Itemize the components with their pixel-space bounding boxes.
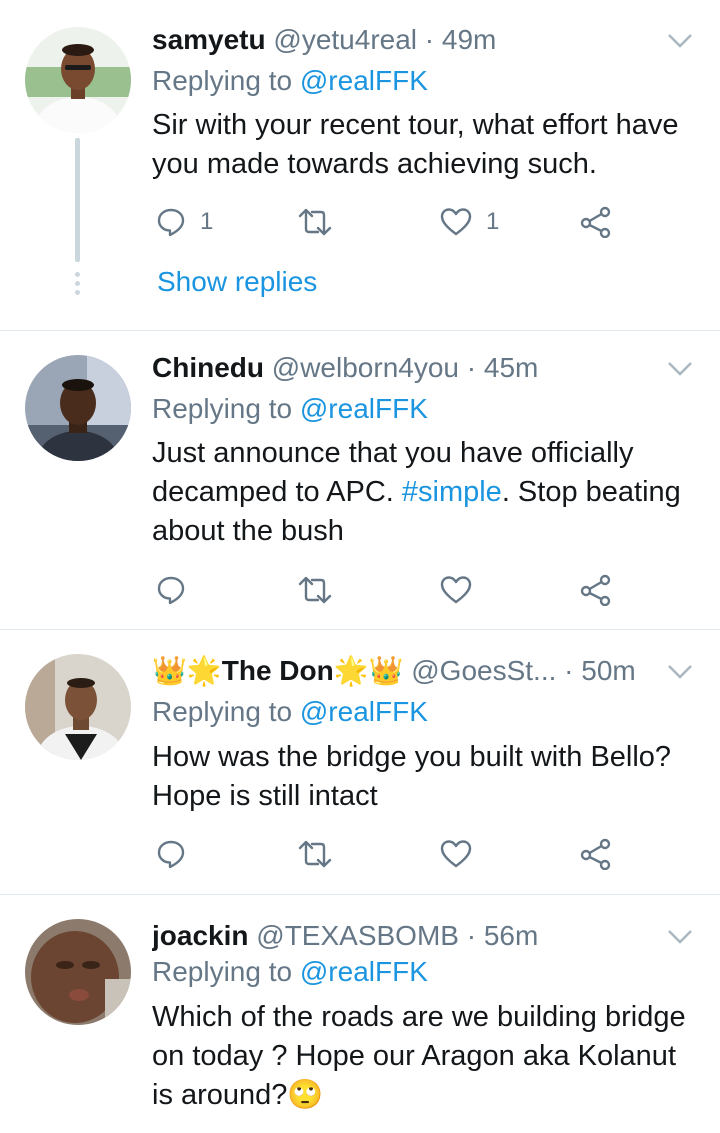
- tweet-text: Which of the roads are we building bridg…: [152, 1001, 686, 1111]
- like-button[interactable]: [440, 834, 472, 874]
- avatar[interactable]: [25, 355, 131, 461]
- retweet-button[interactable]: [298, 202, 332, 242]
- show-replies-link[interactable]: Show replies: [157, 266, 317, 298]
- tweet-text: Sir with your recent tour, what effort h…: [152, 109, 679, 180]
- retweet-button[interactable]: [298, 834, 332, 874]
- display-name[interactable]: 👑🌟The Don🌟👑: [152, 655, 403, 686]
- separator-dot: ·: [466, 352, 477, 383]
- tweet-samyetu[interactable]: samyetu @yetu4real · 49m Replying to @re…: [0, 0, 720, 330]
- replying-to-label: Replying to: [152, 696, 300, 727]
- reply-count: 1: [200, 208, 214, 235]
- user-handle[interactable]: @yetu4real: [273, 24, 417, 55]
- retweet-button[interactable]: [298, 570, 332, 610]
- mention-link[interactable]: @realFFK: [300, 393, 428, 424]
- tweet-the-don[interactable]: 👑🌟The Don🌟👑 @GoesSt... · 50m Replying to…: [0, 630, 720, 894]
- reply-button[interactable]: 1: [156, 202, 213, 242]
- chevron-down-icon[interactable]: [666, 360, 694, 378]
- reply-icon: [157, 576, 185, 605]
- replying-to: Replying to @realFFK: [152, 955, 428, 989]
- chevron-down-icon[interactable]: [666, 928, 694, 946]
- mention-link[interactable]: @realFFK: [300, 956, 428, 987]
- like-count: 1: [486, 208, 500, 235]
- tweet-actions: [152, 570, 672, 610]
- reply-button[interactable]: [156, 570, 186, 610]
- share-button[interactable]: [580, 570, 612, 610]
- separator-dot: ·: [466, 920, 477, 951]
- separator-dot: ·: [564, 655, 574, 686]
- avatar[interactable]: [25, 654, 131, 760]
- display-name[interactable]: joackin: [152, 920, 248, 951]
- timestamp[interactable]: 45m: [484, 352, 538, 383]
- like-button[interactable]: 1: [440, 202, 499, 242]
- share-button[interactable]: [580, 202, 612, 242]
- retweet-icon: [298, 840, 332, 868]
- mention-link[interactable]: @realFFK: [300, 696, 428, 727]
- like-button[interactable]: [440, 570, 472, 610]
- heart-icon: [440, 840, 472, 868]
- user-handle[interactable]: @TEXASBOMB: [256, 920, 459, 951]
- share-button[interactable]: [580, 834, 612, 874]
- replying-to: Replying to @realFFK: [152, 695, 428, 729]
- user-handle[interactable]: @welborn4you: [272, 352, 459, 383]
- timestamp[interactable]: 56m: [484, 920, 538, 951]
- reply-icon: [157, 840, 185, 869]
- display-name[interactable]: Chinedu: [152, 352, 264, 383]
- timestamp[interactable]: 49m: [442, 24, 496, 55]
- thread-dots: [75, 272, 80, 299]
- reply-icon: [157, 208, 185, 237]
- tweet-header: 👑🌟The Don🌟👑 @GoesSt... · 50m: [152, 651, 660, 691]
- tweet-chinedu[interactable]: Chinedu @welborn4you · 45m Replying to @…: [0, 331, 720, 629]
- thread-line: [75, 138, 80, 262]
- tweet-joackin[interactable]: joackin @TEXASBOMB · 56m Replying to @re…: [0, 895, 720, 1133]
- crown-star-emoji-right: 🌟👑: [333, 655, 404, 686]
- avatar[interactable]: [25, 919, 131, 1025]
- share-icon: [580, 838, 611, 870]
- tweet-actions: [152, 834, 672, 874]
- reply-button[interactable]: [156, 834, 186, 874]
- share-icon: [580, 206, 611, 238]
- tweet-header: joackin @TEXASBOMB · 56m: [152, 916, 660, 956]
- separator-dot: ·: [424, 24, 435, 55]
- share-icon: [580, 574, 611, 606]
- retweet-icon: [298, 208, 332, 236]
- mention-link[interactable]: @realFFK: [300, 65, 428, 96]
- tweet-text: Just announce that you have officially d…: [152, 434, 700, 551]
- tweet-actions: 1 1: [152, 202, 672, 242]
- replying-to: Replying to @realFFK: [152, 64, 428, 98]
- avatar[interactable]: [25, 27, 131, 133]
- display-name-text: The Don: [221, 655, 334, 686]
- heart-icon: [440, 208, 472, 236]
- tweet-text: How was the bridge you built with Bello?…: [152, 741, 672, 812]
- timestamp[interactable]: 50m: [581, 655, 635, 686]
- chevron-down-icon[interactable]: [666, 32, 694, 50]
- retweet-icon: [298, 576, 332, 604]
- tweet-header: Chinedu @welborn4you · 45m: [152, 348, 660, 388]
- replying-to-label: Replying to: [152, 393, 300, 424]
- hashtag-link[interactable]: #simple: [402, 476, 502, 508]
- crown-star-emoji-left: 👑🌟: [152, 655, 222, 686]
- replying-to: Replying to @realFFK: [152, 392, 428, 426]
- heart-icon: [440, 576, 472, 604]
- user-handle[interactable]: @GoesSt...: [411, 655, 556, 686]
- tweet-header: samyetu @yetu4real · 49m: [152, 20, 660, 60]
- replying-to-label: Replying to: [152, 65, 300, 96]
- chevron-down-icon[interactable]: [666, 663, 694, 681]
- display-name[interactable]: samyetu: [152, 24, 266, 55]
- replying-to-label: Replying to: [152, 956, 300, 987]
